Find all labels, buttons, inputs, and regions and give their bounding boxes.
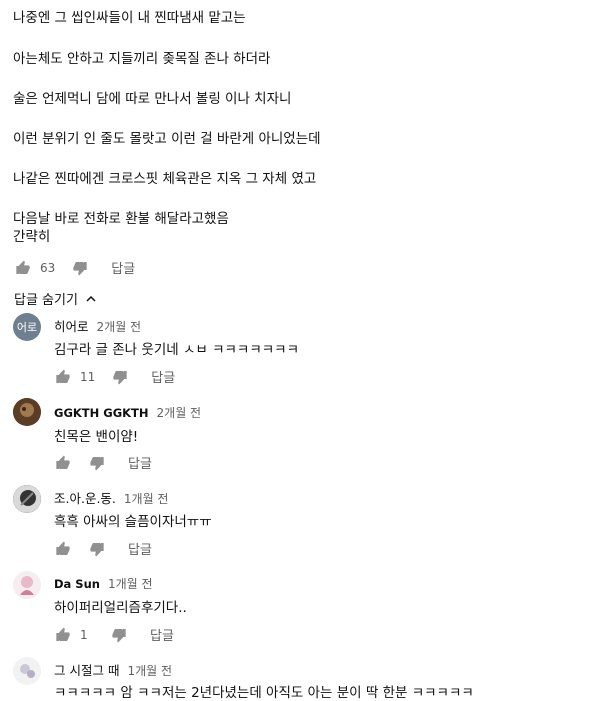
reply-time[interactable]: 2개월 전 [97,318,142,335]
reply-author[interactable]: 조.아.운.동. [54,488,116,507]
avatar-text: 어로 [16,321,38,334]
reply-button[interactable]: 답글 [150,625,174,644]
reply-time[interactable]: 1개월 전 [108,575,153,592]
comment-line: 이런 분위기 인 줄도 몰랏고 이런 걸 바란게 아니었는데 [13,131,321,147]
reply-author[interactable]: 그 시절그 때 [54,660,119,679]
reply-actions: 답글 [54,539,152,558]
like-count: 63 [40,260,56,275]
comment-line: 나같은 찐따에겐 크로스핏 체육관은 지옥 그 자체 였고 [13,171,317,187]
thumbs-up-icon[interactable] [54,540,72,558]
reply-author[interactable]: Da Sun [54,577,100,591]
reply-author[interactable]: GGKTH GGKTH [54,406,149,420]
avatar[interactable] [13,657,41,685]
thumbs-up-icon[interactable] [54,368,72,386]
chevron-up-icon [84,292,98,306]
thumbs-down-icon[interactable] [71,259,89,277]
avatar-image [13,398,41,426]
thumbs-up-icon[interactable] [54,454,72,472]
reply-button[interactable]: 답글 [128,453,152,472]
reply-text: 친목은 밴이얌! [54,429,139,445]
reply-header: 히어로 2개월 전 [54,316,141,335]
comment-line: 다음날 바로 전화로 환불 해달라고했음 [13,211,229,227]
reply-header: 그 시절그 때 1개월 전 [54,660,172,679]
thumbs-down-icon[interactable] [88,540,106,558]
thumbs-down-icon[interactable] [111,368,129,386]
avatar[interactable] [13,571,41,599]
thumbs-down-icon[interactable] [110,626,128,644]
reply-header: GGKTH GGKTH 2개월 전 [54,404,201,421]
reply-time[interactable]: 1개월 전 [127,662,172,679]
reply-text: ㅋㅋㅋㅋㅋ 암 ㅋㅋ저는 2년다녔는데 아직도 아는 분이 딱 한분 ㅋㅋㅋㅋㅋ [54,685,474,701]
thumbs-up-icon[interactable] [54,626,72,644]
reply-actions: 1 답글 [54,625,174,644]
like-count: 11 [80,369,96,384]
reply-text: 흑흑 아싸의 슬픔이자너ㅠㅠ [54,514,212,530]
reply-actions: 답글 [54,453,152,472]
reply-header: Da Sun 1개월 전 [54,575,153,592]
reply-actions: 11 답글 [54,367,175,386]
comment-line: 나중엔 그 씹인싸들이 내 찐따냄새 맡고는 [13,10,246,26]
avatar-image [13,485,41,513]
avatar[interactable]: 어로 [13,313,41,341]
like-count: 1 [80,627,88,642]
reply-author[interactable]: 히어로 [54,316,89,335]
avatar-image [13,657,41,685]
reply-button[interactable]: 답글 [151,367,175,386]
avatar[interactable] [13,485,41,513]
avatar-image [13,571,41,599]
comment-line: 간략히 [13,229,51,245]
comment-line: 아는체도 안하고 지들끼리 좆목질 존나 하더라 [13,51,271,67]
thumbs-up-icon[interactable] [14,259,32,277]
reply-time[interactable]: 2개월 전 [157,404,202,421]
avatar[interactable] [13,398,41,426]
reply-time[interactable]: 1개월 전 [124,490,169,507]
comment-actions: 63 답글 [14,258,135,277]
hide-replies-label: 답글 숨기기 [14,293,78,308]
reply-button[interactable]: 답글 [111,258,135,277]
thumbs-down-icon[interactable] [88,454,106,472]
reply-text: 하이퍼리얼리즘후기다.. [54,600,187,616]
reply-header: 조.아.운.동. 1개월 전 [54,488,168,507]
comment-line: 술은 언제먹니 담에 따로 만나서 볼링 이나 치자니 [13,91,292,107]
hide-replies-button[interactable]: 답글 숨기기 [14,289,98,308]
reply-text: 김구라 글 존나 웃기네 ㅅㅂ ㅋㅋㅋㅋㅋㅋㅋ [54,342,300,358]
reply-button[interactable]: 답글 [128,539,152,558]
